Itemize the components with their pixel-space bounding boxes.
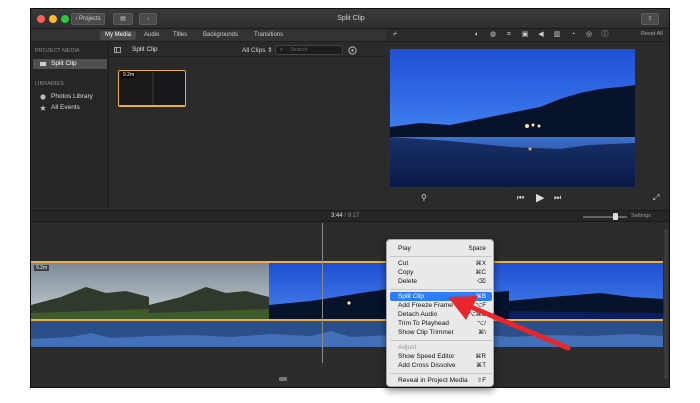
menu-item-play[interactable]: Play Space [390,244,492,253]
tab-titles[interactable]: Titles [168,31,192,40]
fullscreen-icon[interactable]: ⤢ [653,193,659,203]
tab-audio[interactable]: Audio [139,31,164,40]
playhead[interactable] [322,223,323,363]
sidebar-toggle-icon[interactable] [114,47,121,53]
media-tabs-bar: My Media Audio Titles Backgrounds Transi… [31,29,386,42]
projects-button[interactable]: ‹ Projects [71,13,105,25]
viewer-panel: ⌿ ◐ ◍ ⌗ ▣ ◀ ▥ ◔ ◎ ⓘ Reset All ⚲ ⏮ ▶ ⏭ ⤢ [387,29,669,209]
color-balance-icon[interactable]: ◐ [473,31,481,39]
timeline-settings-button[interactable]: Settings [631,213,651,219]
crop-icon[interactable]: ⌗ [505,31,513,39]
media-browser: Split Clip All Clips ⇕ ⌕ Search 9.2m [110,43,386,208]
minimize-window-button[interactable] [49,15,57,23]
film-icon: ▤ [120,16,126,22]
night-lake-frame [390,49,635,187]
menu-item-cut[interactable]: Cut ⌘X [390,259,492,268]
timecode: 3:44 / 9:17 [331,213,360,219]
adjust-toolbar: ⌿ ◐ ◍ ⌗ ▣ ◀ ▥ ◔ ◎ ⓘ Reset All [387,29,669,42]
stabilization-icon[interactable]: ▣ [521,31,529,39]
close-window-button[interactable] [37,15,45,23]
sidebar-item-all-events[interactable]: All Events [33,103,107,113]
volume-icon[interactable]: ◀ [537,31,545,39]
info-icon[interactable]: ⓘ [601,31,609,39]
noise-reduction-icon[interactable]: ▥ [553,31,561,39]
import-media-button[interactable]: ▤ [113,13,133,25]
chevron-updown-icon: ⇕ [265,47,273,54]
project-media-heading: PROJECT MEDIA [35,48,80,54]
tab-my-media[interactable]: My Media [100,31,137,40]
download-button[interactable]: ↓ [139,13,157,25]
video-preview [390,49,635,187]
tab-backgrounds[interactable]: Backgrounds [198,31,243,40]
zoom-slider[interactable] [583,213,627,220]
skip-forward-button[interactable]: ⏭ [554,193,561,203]
reset-all-button[interactable]: Reset All [641,31,663,37]
zoom-window-button[interactable] [61,15,69,23]
title-bar: ‹ Projects ▤ ↓ Split Clip ⇧ [31,9,669,29]
library-sidebar: PROJECT MEDIA Split Clip LIBRARIES Photo… [31,43,109,208]
menu-item-copy[interactable]: Copy ⌘C [390,268,492,277]
resize-handle[interactable] [279,377,287,381]
window-title: Split Clip [337,15,365,22]
menu-item-reveal-in-project-media[interactable]: Reveal in Project Media ⇧F [390,376,492,385]
libraries-heading: LIBRARIES [35,81,64,87]
tab-transitions[interactable]: Transitions [249,31,288,40]
skip-back-button[interactable]: ⏮ [517,193,524,203]
browser-header: Split Clip All Clips ⇕ ⌕ Search [110,43,386,57]
menu-separator [390,373,492,374]
timeline-header: 3:44 / 9:17 Settings [31,210,669,222]
thumb-duration: 9.2m [121,72,137,78]
sidebar-item-split-clip[interactable]: Split Clip [33,59,107,69]
filter-icon[interactable]: ◎ [585,31,593,39]
download-icon: ↓ [146,16,150,22]
clip-thumbnail[interactable]: 9.2m [118,70,186,107]
red-arrow-annotation [448,296,571,351]
star-icon [40,105,46,111]
browser-title: Split Clip [132,46,158,53]
project-icon [40,62,46,66]
sidebar-item-photos-library[interactable]: Photos Library [33,92,107,102]
search-input[interactable]: ⌕ Search [275,45,343,55]
play-button[interactable]: ▶ [536,191,544,204]
photos-icon [40,94,46,100]
magic-wand-icon[interactable]: ⌿ [391,31,399,39]
search-icon: ⌕ [280,47,284,53]
speed-icon[interactable]: ◔ [569,31,577,39]
clip-filter-dropdown[interactable]: All Clips ⇕ [242,46,273,54]
share-button[interactable]: ⇧ [641,13,659,25]
color-correction-icon[interactable]: ◍ [489,31,497,39]
share-icon: ⇧ [647,16,653,22]
timeline-scrollbar[interactable] [664,229,668,379]
microphone-icon[interactable]: ⚲ [421,193,427,202]
menu-separator [390,256,492,257]
clip-duration-badge: 9.2m [34,265,50,271]
menu-item-add-cross-dissolve[interactable]: Add Cross Dissolve ⌘T [390,361,492,370]
gear-icon[interactable] [348,46,357,55]
zoom-slider-knob[interactable] [613,213,618,220]
